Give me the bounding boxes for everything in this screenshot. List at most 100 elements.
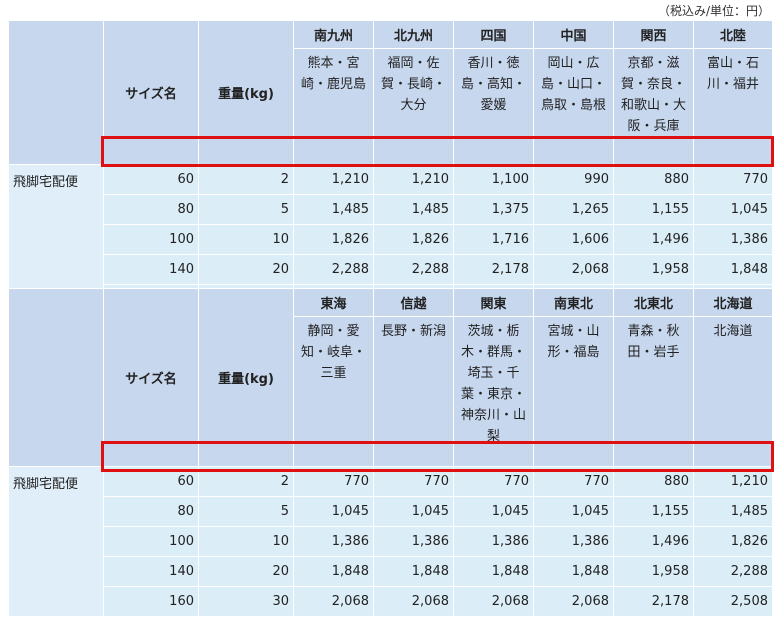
price-cell: 2,068: [373, 586, 454, 617]
weight-header: 重量(kg): [198, 288, 294, 467]
price-cell: 770: [293, 466, 374, 497]
table-row: 100 10 1,826 1,826 1,716 1,606 1,496 1,386: [9, 224, 773, 255]
table-row: 100 10 1,386 1,386 1,386 1,386 1,496 1,826: [9, 526, 773, 557]
price-cell: 1,210: [693, 466, 773, 497]
price-cell: 770: [693, 164, 773, 195]
region-name: 関東: [453, 288, 534, 317]
price-cell: 2,288: [293, 254, 374, 285]
price-cell: 1,375: [453, 194, 534, 225]
region-prefectures: 福岡・佐賀・長崎・大分: [373, 48, 454, 165]
price-cell: 1,848: [293, 556, 374, 587]
region-name: 北海道: [693, 288, 773, 317]
region-name: 北陸: [693, 20, 773, 49]
price-cell: 1,958: [613, 254, 694, 285]
region-prefectures: 北海道: [693, 316, 773, 467]
price-cell: 2,068: [533, 586, 614, 617]
table-row: 飛脚宅配便 60 2 1,210 1,210 1,100 990 880 770: [8, 164, 773, 315]
price-cell: 2,068: [533, 254, 614, 285]
price-cell: 1,386: [373, 526, 454, 557]
price-cell: 1,265: [533, 194, 614, 225]
region-prefectures: 長野・新潟: [373, 316, 454, 467]
price-cell: 770: [453, 466, 534, 497]
service-name: 飛脚宅配便: [8, 466, 104, 617]
weight-cell: 10: [198, 526, 294, 557]
price-cell: 1,826: [293, 224, 374, 255]
table-row: 140 20 1,848 1,848 1,848 1,848 1,958 2,288: [9, 556, 773, 587]
price-cell: 1,958: [613, 556, 694, 587]
price-cell: 770: [373, 466, 454, 497]
size-cell: 160: [103, 586, 199, 617]
price-cell: 1,496: [613, 526, 694, 557]
price-cell: 1,496: [613, 224, 694, 255]
price-cell: 2,178: [453, 254, 534, 285]
price-cell: 880: [613, 164, 694, 195]
weight-cell: 2: [198, 466, 294, 497]
size-cell: 100: [103, 224, 199, 255]
price-cell: 2,068: [293, 586, 374, 617]
region-name: 北九州: [373, 20, 454, 49]
weight-cell: 10: [198, 224, 294, 255]
table-row: 80 5 1,485 1,485 1,375 1,265 1,155 1,045: [9, 194, 773, 225]
price-cell: 1,386: [533, 526, 614, 557]
region-prefectures: 香川・徳島・高知・愛媛: [453, 48, 534, 165]
price-cell: 1,485: [693, 496, 773, 527]
region-prefectures: 岡山・広島・山口・鳥取・島根: [533, 48, 614, 165]
region-name: 南九州: [293, 20, 374, 49]
price-cell: 1,848: [373, 556, 454, 587]
price-cell: 1,386: [693, 224, 773, 255]
region-name: 南東北: [533, 288, 614, 317]
region-name: 関西: [613, 20, 694, 49]
weight-cell: 20: [198, 254, 294, 285]
size-header: サイズ名: [103, 20, 199, 165]
table-row: 140 20 2,288 2,288 2,178 2,068 1,958 1,848: [9, 254, 773, 285]
price-cell: 1,045: [293, 496, 374, 527]
price-cell: 770: [533, 466, 614, 497]
weight-header: 重量(kg): [198, 20, 294, 165]
price-cell: 2,068: [453, 586, 534, 617]
price-cell: 1,155: [613, 496, 694, 527]
table-row: 160 30 2,068 2,068 2,068 2,068 2,178 2,508: [9, 586, 773, 617]
corner-cell: [8, 288, 104, 467]
price-cell: 990: [533, 164, 614, 195]
region-prefectures: 熊本・宮崎・鹿児島: [293, 48, 374, 165]
region-prefectures: 静岡・愛知・岐阜・三重: [293, 316, 374, 467]
header-row-regions: サイズ名 重量(kg) 南九州 北九州 四国 中国 関西 北陸: [8, 20, 773, 165]
price-cell: 1,485: [373, 194, 454, 225]
region-name: 東海: [293, 288, 374, 317]
region-prefectures: 青森・秋田・岩手: [613, 316, 694, 467]
region-name: 中国: [533, 20, 614, 49]
size-cell: 100: [103, 526, 199, 557]
price-cell: 1,485: [293, 194, 374, 225]
header-row-regions: サイズ名 重量(kg) 東海 信越 関東 南東北 北東北 北海道: [8, 288, 773, 467]
size-cell: 140: [103, 254, 199, 285]
region-prefectures: 茨城・栃木・群馬・埼玉・千葉・東京・神奈川・山梨: [453, 316, 534, 467]
price-cell: 1,848: [453, 556, 534, 587]
price-cell: 1,386: [453, 526, 534, 557]
price-cell: 1,606: [533, 224, 614, 255]
price-cell: 2,508: [693, 586, 773, 617]
region-name: 信越: [373, 288, 454, 317]
table-row: 飛脚宅配便 60 2 770 770 770 770 880 1,210: [8, 466, 773, 617]
size-cell: 80: [103, 194, 199, 225]
price-cell: 2,288: [693, 556, 773, 587]
size-cell: 60: [103, 164, 199, 195]
price-cell: 880: [613, 466, 694, 497]
size-cell: 80: [103, 496, 199, 527]
price-cell: 1,716: [453, 224, 534, 255]
size-header: サイズ名: [103, 288, 199, 467]
region-name: 北東北: [613, 288, 694, 317]
price-cell: 1,045: [533, 496, 614, 527]
price-cell: 1,386: [293, 526, 374, 557]
price-cell: 1,826: [693, 526, 773, 557]
weight-cell: 5: [198, 496, 294, 527]
region-name: 四国: [453, 20, 534, 49]
price-cell: 1,848: [693, 254, 773, 285]
weight-cell: 20: [198, 556, 294, 587]
region-prefectures: 宮城・山形・福島: [533, 316, 614, 467]
corner-cell: [8, 20, 104, 165]
weight-cell: 5: [198, 194, 294, 225]
tax-unit-note: （税込み/単位：円）: [657, 4, 770, 18]
table-row: 80 5 1,045 1,045 1,045 1,045 1,155 1,485: [9, 496, 773, 527]
price-cell: 1,100: [453, 164, 534, 195]
price-cell: 1,826: [373, 224, 454, 255]
